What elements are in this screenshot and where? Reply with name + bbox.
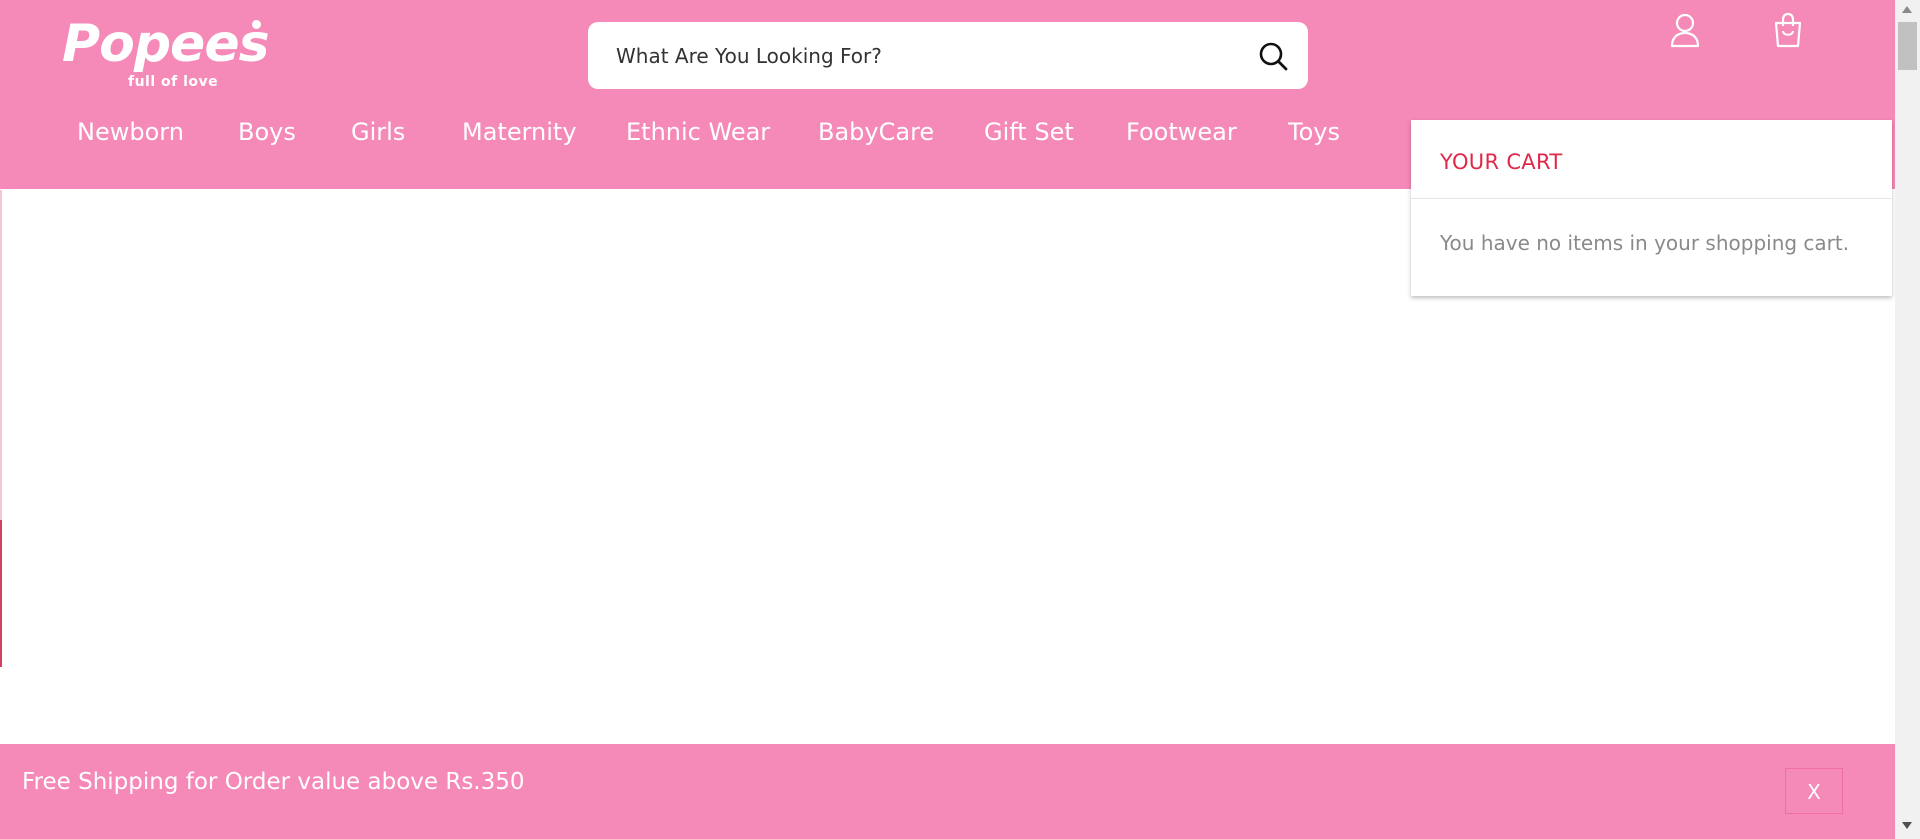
nav-item-gift-set[interactable]: Gift Set bbox=[984, 118, 1074, 146]
nav-item-boys[interactable]: Boys bbox=[238, 118, 296, 146]
shopping-bag-icon[interactable] bbox=[1772, 12, 1804, 48]
user-icon[interactable] bbox=[1669, 12, 1701, 48]
nav-item-maternity[interactable]: Maternity bbox=[462, 118, 577, 146]
nav-item-babycare[interactable]: BabyCare bbox=[818, 118, 934, 146]
nav-item-ethnic-wear[interactable]: Ethnic Wear bbox=[626, 118, 770, 146]
mini-cart-dropdown: YOUR CART You have no items in your shop… bbox=[1411, 120, 1892, 296]
logo-wordmark: Popees bbox=[62, 14, 270, 74]
nav-item-newborn[interactable]: Newborn bbox=[77, 118, 184, 146]
nav-item-toys[interactable]: Toys bbox=[1288, 118, 1340, 146]
page: Popees full of love Newborn Boys Girls M… bbox=[0, 0, 1895, 839]
scroll-down-arrow-icon[interactable] bbox=[1902, 822, 1912, 829]
cart-title: YOUR CART bbox=[1440, 150, 1563, 174]
scrollbar-thumb[interactable] bbox=[1898, 22, 1917, 70]
cart-empty-message: You have no items in your shopping cart. bbox=[1440, 231, 1850, 255]
nav-item-footwear[interactable]: Footwear bbox=[1126, 118, 1237, 146]
promo-close-button[interactable]: X bbox=[1785, 768, 1843, 814]
left-edge-strip bbox=[0, 190, 2, 520]
logo-tagline: full of love bbox=[128, 74, 219, 90]
cart-divider bbox=[1411, 198, 1892, 199]
search-bar bbox=[588, 22, 1308, 89]
promo-text: Free Shipping for Order value above Rs.3… bbox=[22, 769, 525, 795]
search-input[interactable] bbox=[616, 22, 1216, 89]
vertical-scrollbar[interactable] bbox=[1895, 0, 1920, 839]
scroll-up-arrow-icon[interactable] bbox=[1902, 6, 1912, 13]
logo-dot bbox=[252, 20, 261, 29]
promo-banner: Free Shipping for Order value above Rs.3… bbox=[0, 744, 1895, 839]
brand-logo[interactable]: Popees full of love bbox=[62, 14, 272, 94]
left-edge-strip-dark bbox=[0, 520, 2, 667]
nav-item-girls[interactable]: Girls bbox=[351, 118, 405, 146]
search-icon[interactable] bbox=[1257, 40, 1289, 72]
